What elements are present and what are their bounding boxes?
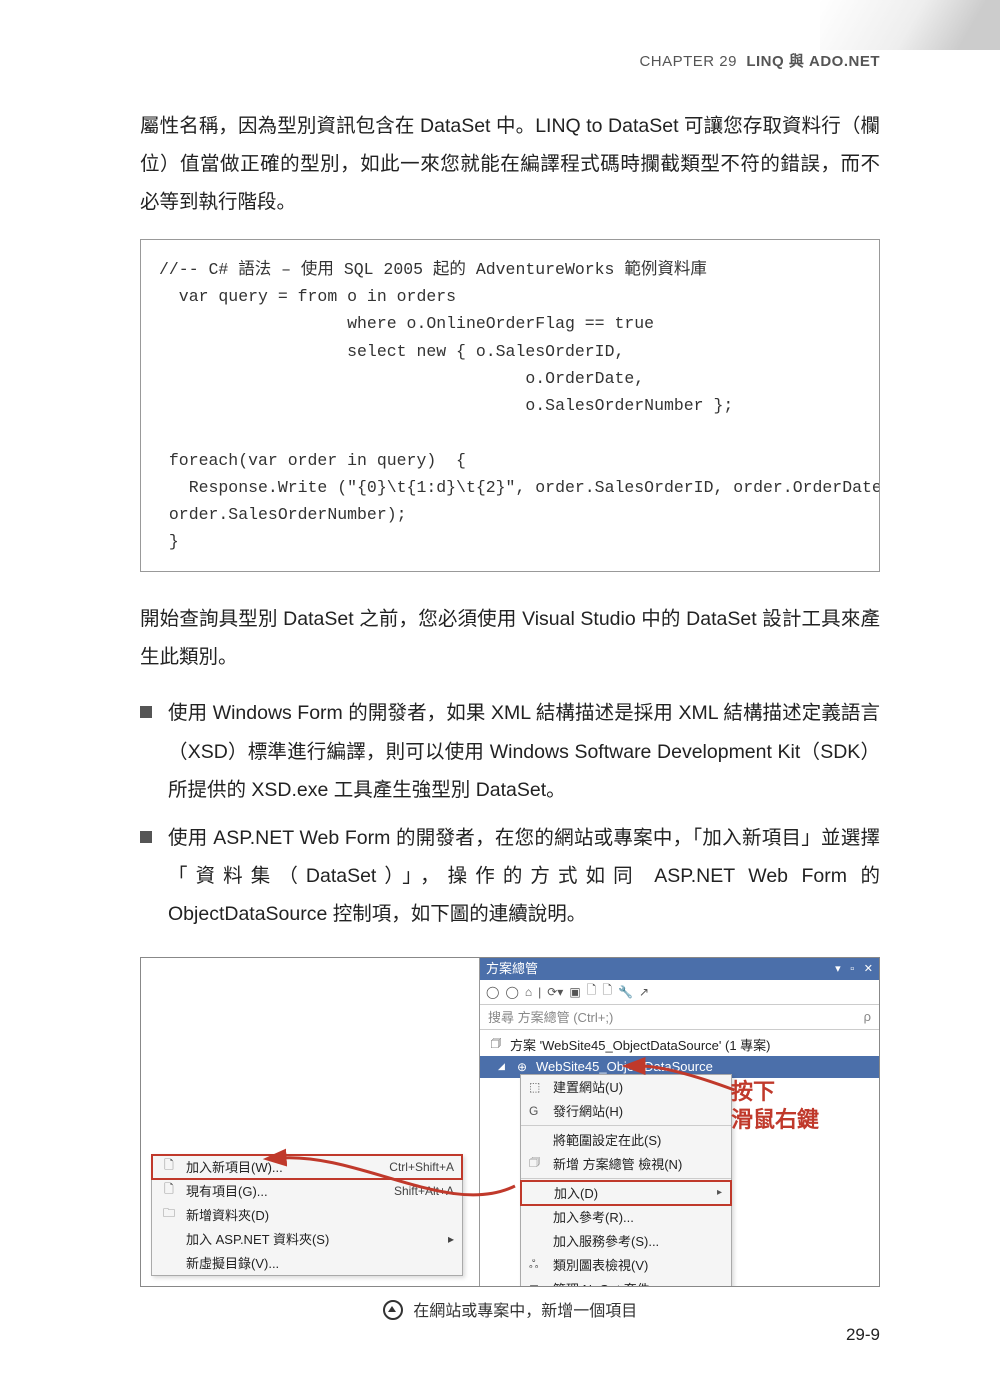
ctx-new-folder-label: 新增資料夾(D) — [186, 1205, 269, 1224]
globe-icon: ⊕ — [514, 1060, 530, 1074]
ctx-aspnet-folder-label: 加入 ASP.NET 資料夾(S) — [186, 1229, 329, 1248]
ctx-add-new-item[interactable]: 🗋 加入新項目(W)... Ctrl+Shift+A — [152, 1155, 462, 1179]
submenu-addsvc-label: 加入服務參考(S)... — [553, 1231, 659, 1250]
submenu-nuget-label: 管理 NuGet 套件... — [553, 1279, 661, 1287]
solution-node[interactable]: 🗇 方案 'WebSite45_ObjectDataSource' (1 專案) — [480, 1034, 879, 1056]
show-all-icon[interactable]: ▣ — [569, 985, 580, 999]
nav-forward-icon[interactable]: ◯ — [505, 985, 518, 999]
ctx-add-new-item-shortcut: Ctrl+Shift+A — [389, 1160, 454, 1174]
project-node-label: WebSite45_ObjectDataSource — [536, 1059, 713, 1074]
search-placeholder: 搜尋 方案總管 (Ctrl+;) — [488, 1007, 613, 1026]
pin-icon[interactable]: ▫ — [850, 963, 854, 975]
code-listing: //-- C# 語法 – 使用 SQL 2005 起的 AdventureWor… — [140, 239, 880, 572]
existing-item-icon: 🗋 — [160, 1180, 178, 1201]
page-number: 29-9 — [846, 1325, 880, 1345]
solution-explorer-search[interactable]: 搜尋 方案總管 (Ctrl+;) ρ — [480, 1005, 879, 1030]
context-submenu: ⬚ 建置網站(U) G 發行網站(H) 將範圍設定在此(S) 🗇 新增 方案總管… — [520, 1074, 732, 1287]
ctx-new-folder[interactable]: 🗀 新增資料夾(D) — [152, 1203, 462, 1227]
submenu-separator-1 — [521, 1125, 731, 1126]
submenu-build[interactable]: ⬚ 建置網站(U) — [521, 1075, 731, 1099]
bullet-1: 使用 Windows Form 的開發者，如果 XML 結構描述是採用 XML … — [140, 694, 880, 808]
figure-screenshot: 方案總管 ▾ ▫ ✕ ◯ ◯ ⌂ | ⟳▾ ▣ 🗋 🗋 🔧 ↗ 搜 — [140, 957, 880, 1287]
wrench-icon[interactable]: 🔧 — [618, 985, 633, 999]
submenu-arrow-icon: ▸ — [717, 1187, 722, 1198]
paragraph-2: 開始查詢具型別 DataSet 之前，您必須使用 Visual Studio 中… — [140, 600, 880, 676]
sync-icon[interactable]: ⟳▾ — [547, 985, 563, 999]
chapter-header: CHAPTER 29 LINQ 與 ADO.NET — [140, 50, 880, 71]
chapter-number: CHAPTER 29 — [639, 53, 737, 70]
refresh-icon[interactable]: | — [538, 985, 541, 999]
ctx-existing-item-shortcut: Shift+Alt+A — [394, 1184, 454, 1198]
submenu-addref-label: 加入參考(R)... — [553, 1207, 634, 1226]
submenu-add[interactable]: 加入(D) ▸ — [520, 1180, 732, 1206]
bullet-2: 使用 ASP.NET Web Form 的開發者，在您的網站或專案中，「加入新項… — [140, 819, 880, 933]
search-icon[interactable]: ρ — [864, 1009, 871, 1024]
submenu-add-label: 加入(D) — [554, 1183, 598, 1202]
figure-caption-text: 在網站或專案中，新增一個項目 — [413, 1303, 637, 1320]
folder-icon: 🗀 — [160, 1204, 178, 1225]
nav-back-icon[interactable]: ◯ — [486, 985, 499, 999]
diagram-icon: ஃ — [529, 1257, 545, 1273]
dropdown-icon[interactable]: ▾ — [835, 963, 841, 975]
annotation-rightclick: 按下 滑鼠右鍵 — [731, 1078, 819, 1135]
page-corner-gradient — [820, 0, 1000, 50]
solution-explorer-toolbar: ◯ ◯ ⌂ | ⟳▾ ▣ 🗋 🗋 🔧 ↗ — [480, 980, 879, 1005]
ctx-aspnet-folder[interactable]: 加入 ASP.NET 資料夾(S) ▸ — [152, 1227, 462, 1251]
submenu-newview-label: 新增 方案總管 檢視(N) — [553, 1154, 682, 1173]
submenu-publish-label: 發行網站(H) — [553, 1101, 623, 1120]
solution-explorer-panel: 方案總管 ▾ ▫ ✕ ◯ ◯ ⌂ | ⟳▾ ▣ 🗋 🗋 🔧 ↗ 搜 — [479, 958, 879, 1286]
submenu-addref[interactable]: 加入參考(R)... — [521, 1205, 731, 1229]
submenu-scope-label: 將範圍設定在此(S) — [553, 1130, 661, 1149]
properties-icon[interactable]: 🗋 — [602, 981, 612, 1002]
tree-expand-icon[interactable]: ◢ — [498, 1061, 508, 1072]
solution-explorer-titlebar: 方案總管 ▾ ▫ ✕ — [480, 958, 879, 980]
ctx-new-virtual-dir[interactable]: 新虛擬目錄(V)... — [152, 1251, 462, 1275]
newview-icon: 🗇 — [529, 1153, 545, 1174]
annotation-line2: 滑鼠右鍵 — [731, 1107, 819, 1132]
caption-up-icon — [383, 1300, 403, 1320]
new-item-icon: 🗋 — [160, 1156, 178, 1177]
copy-icon[interactable]: 🗋 — [587, 981, 597, 1002]
paragraph-1: 屬性名稱，因為型別資訊包含在 DataSet 中。LINQ to DataSet… — [140, 107, 880, 221]
submenu-publish[interactable]: G 發行網站(H) — [521, 1099, 731, 1123]
submenu-addsvc[interactable]: 加入服務參考(S)... — [521, 1229, 731, 1253]
bullet-list: 使用 Windows Form 的開發者，如果 XML 結構描述是採用 XML … — [140, 694, 880, 932]
submenu-classdiagram-label: 類別圖表檢視(V) — [553, 1255, 648, 1274]
solution-node-label: 方案 'WebSite45_ObjectDataSource' (1 專案) — [510, 1035, 771, 1054]
nuget-icon: ⊞ — [529, 1282, 545, 1287]
publish-icon: G — [529, 1104, 545, 1118]
submenu-separator-2 — [521, 1178, 731, 1179]
figure-caption: 在網站或專案中，新增一個項目 — [140, 1297, 880, 1322]
chapter-title: LINQ 與 ADO.NET — [746, 53, 880, 70]
submenu-build-label: 建置網站(U) — [553, 1077, 623, 1096]
ctx-add-new-item-label: 加入新項目(W)... — [186, 1157, 283, 1176]
ctx-new-virtual-dir-label: 新虛擬目錄(V)... — [186, 1253, 279, 1272]
ctx-existing-item-label: 現有項目(G)... — [186, 1181, 268, 1200]
close-icon[interactable]: ✕ — [864, 963, 873, 975]
annotation-line1: 按下 — [731, 1079, 775, 1104]
solution-icon: 🗇 — [488, 1034, 504, 1055]
submenu-nuget[interactable]: ⊞ 管理 NuGet 套件... — [521, 1277, 731, 1287]
build-icon: ⬚ — [529, 1080, 545, 1094]
add-context-menu: 🗋 加入新項目(W)... Ctrl+Shift+A 🗋 現有項目(G)... … — [151, 1154, 463, 1276]
submenu-classdiagram[interactable]: ஃ 類別圖表檢視(V) — [521, 1253, 731, 1277]
solution-explorer-title: 方案總管 — [486, 958, 538, 980]
submenu-scope[interactable]: 將範圍設定在此(S) — [521, 1128, 731, 1152]
expand-icon[interactable]: ↗ — [639, 985, 649, 999]
ctx-existing-item[interactable]: 🗋 現有項目(G)... Shift+Alt+A — [152, 1179, 462, 1203]
submenu-newview[interactable]: 🗇 新增 方案總管 檢視(N) — [521, 1152, 731, 1176]
ctx-aspnet-folder-arrow: ▸ — [448, 1232, 454, 1246]
home-icon[interactable]: ⌂ — [525, 985, 532, 999]
